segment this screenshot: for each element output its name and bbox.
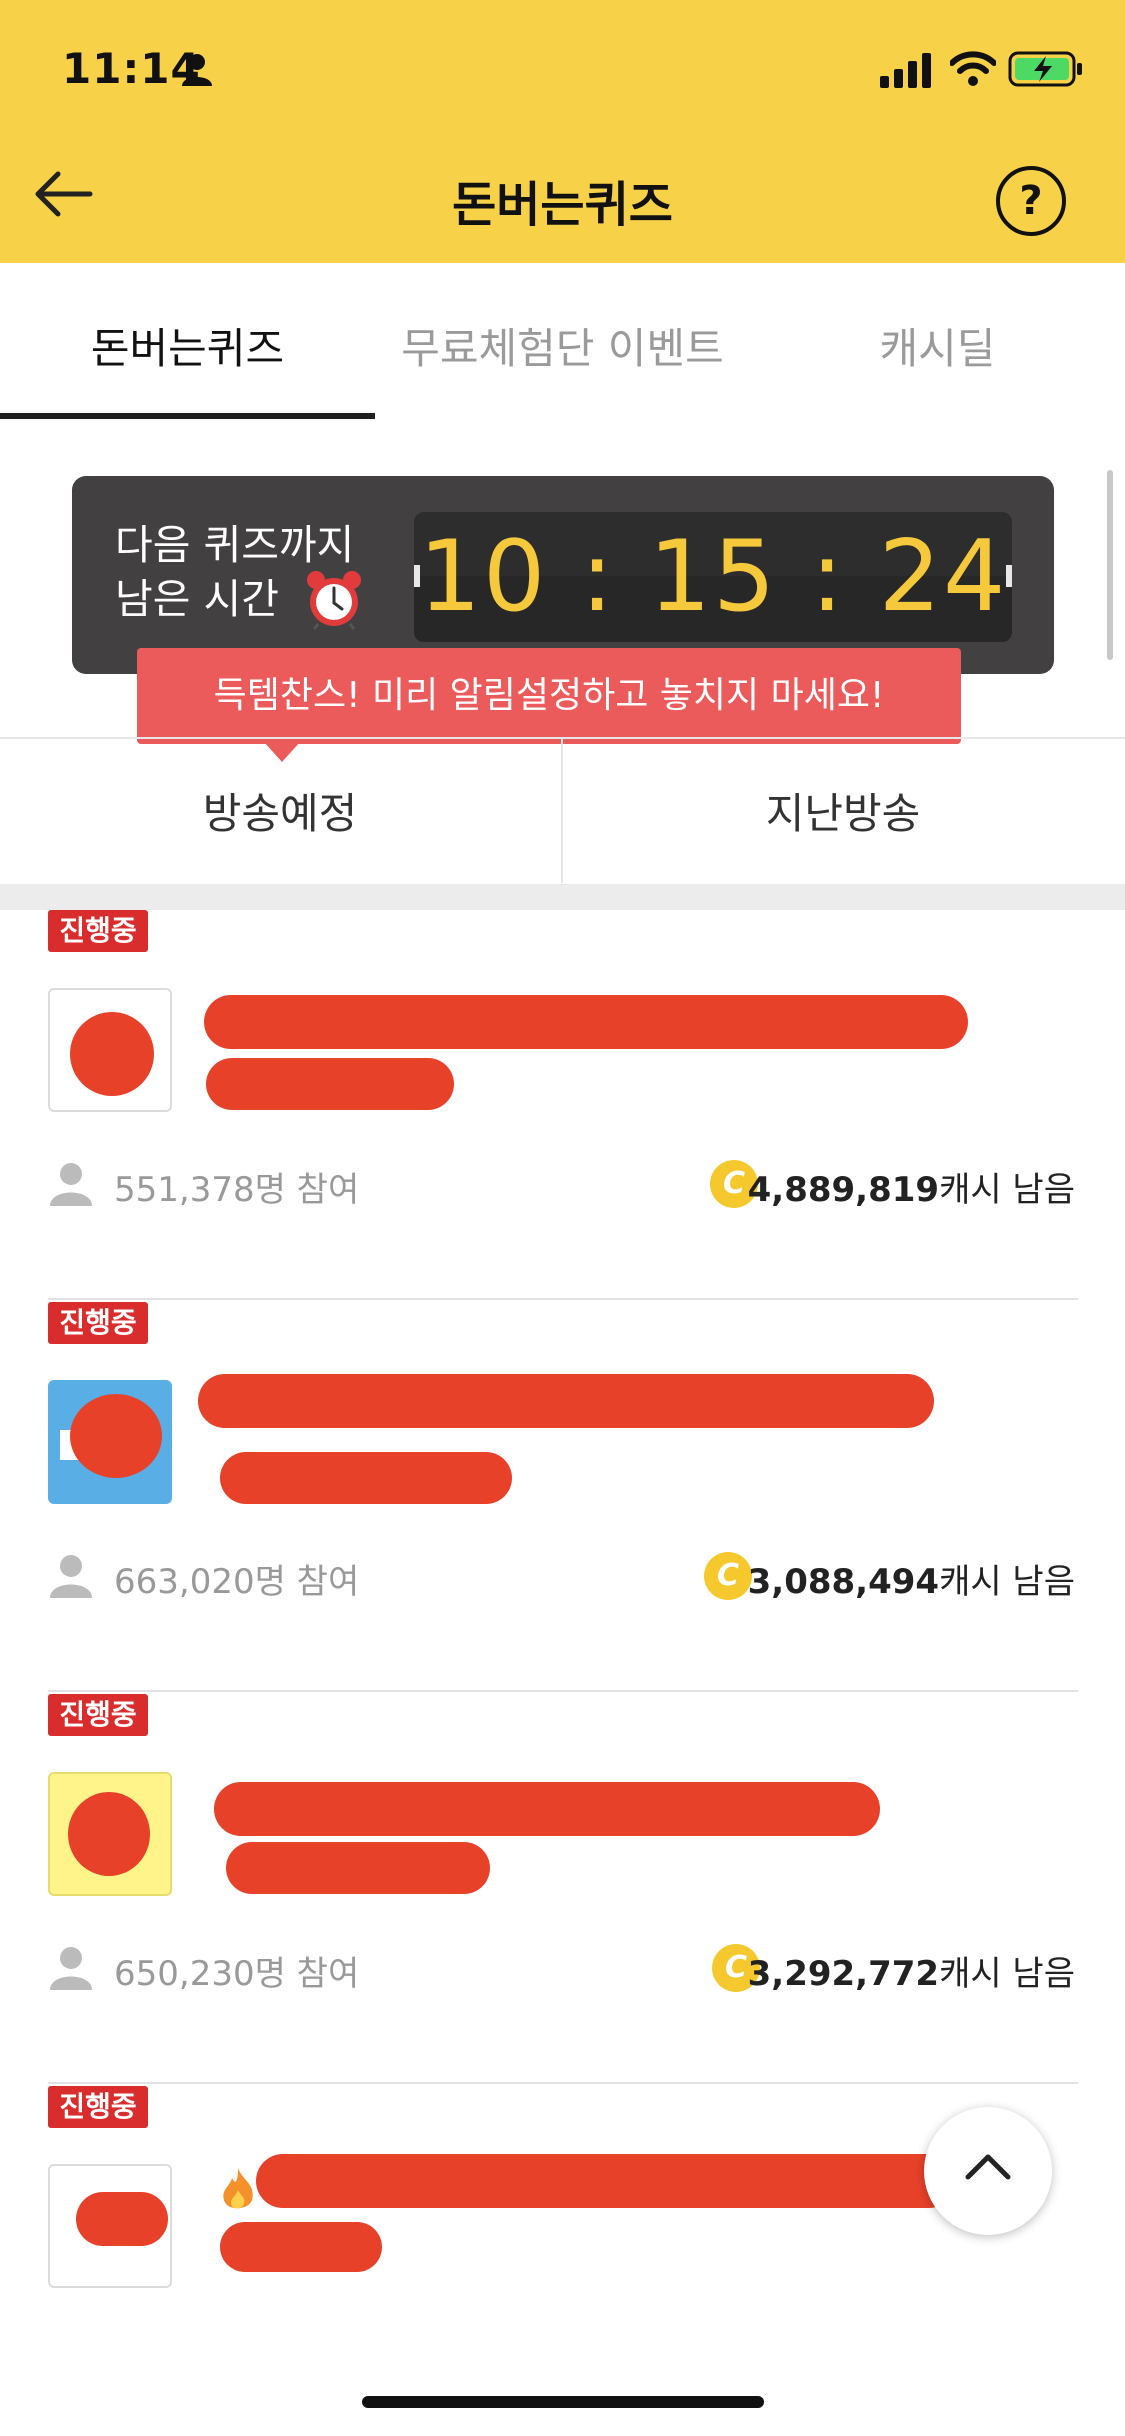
status-badge: 진행중 bbox=[48, 1302, 148, 1344]
participant-count: 663,020명 참여 bbox=[114, 1562, 360, 1602]
person-icon bbox=[182, 54, 212, 86]
battery-icon bbox=[1008, 51, 1082, 87]
tab-cash-deal[interactable]: 캐시딜 bbox=[750, 315, 1125, 376]
user-icon bbox=[50, 1555, 92, 1598]
scroll-to-top-button[interactable] bbox=[924, 2107, 1052, 2235]
card-divider bbox=[48, 2082, 1078, 2084]
quiz-thumbnail bbox=[48, 2164, 172, 2288]
home-indicator[interactable] bbox=[362, 2396, 764, 2408]
tab-money-quiz[interactable]: 돈버는퀴즈 bbox=[0, 315, 375, 376]
redacted-title bbox=[214, 1782, 880, 1836]
redacted-title bbox=[204, 995, 968, 1049]
user-icon bbox=[50, 1947, 92, 1990]
card-divider bbox=[48, 1298, 1078, 1300]
notification-tooltip[interactable]: 득템찬스! 미리 알림설정하고 놓치지 마세요! bbox=[137, 648, 961, 744]
subtab-upcoming[interactable]: 방송예정 bbox=[0, 780, 560, 841]
redacted-title bbox=[220, 2222, 382, 2272]
wifi-icon bbox=[950, 51, 996, 86]
section-divider bbox=[0, 884, 1125, 910]
status-badge: 진행중 bbox=[48, 2086, 148, 2128]
redacted-title bbox=[220, 1452, 512, 1504]
active-tab-indicator bbox=[0, 413, 375, 419]
redacted-title bbox=[256, 2154, 956, 2208]
participant-count: 551,378명 참여 bbox=[114, 1170, 360, 1210]
page-title: 돈버는퀴즈 bbox=[452, 177, 673, 233]
redacted-title bbox=[198, 1374, 934, 1428]
timer-countdown: 10 : 15 : 24 bbox=[418, 520, 1008, 634]
redacted-title bbox=[226, 1842, 490, 1894]
help-button[interactable]: ? bbox=[996, 166, 1066, 236]
timer-label-line1: 다음 퀴즈까지 bbox=[115, 521, 355, 569]
status-badge: 진행중 bbox=[48, 910, 148, 952]
coin-icon: C bbox=[704, 1552, 752, 1600]
card-divider bbox=[48, 1690, 1078, 1692]
alarm-clock-icon bbox=[307, 571, 361, 630]
quiz-thumbnail bbox=[48, 988, 172, 1112]
remaining-cash: 3,088,494캐시 남음 bbox=[747, 1562, 1075, 1602]
subtab-divider bbox=[561, 737, 563, 883]
scrollbar[interactable] bbox=[1107, 470, 1113, 660]
status-badge: 진행중 bbox=[48, 1694, 148, 1736]
fire-icon bbox=[223, 2168, 253, 2209]
user-icon bbox=[50, 1163, 92, 1206]
quiz-thumbnail bbox=[48, 1772, 172, 1896]
signal-icon bbox=[880, 53, 931, 88]
chevron-up-icon bbox=[965, 2154, 1011, 2180]
remaining-cash: 3,292,772캐시 남음 bbox=[747, 1954, 1075, 1994]
remaining-cash: 4,889,819캐시 남음 bbox=[747, 1170, 1075, 1210]
subtab-past[interactable]: 지난방송 bbox=[563, 780, 1123, 841]
redacted-title bbox=[206, 1058, 454, 1110]
quiz-thumbnail bbox=[48, 1380, 172, 1504]
tab-free-trial-event[interactable]: 무료체험단 이벤트 bbox=[375, 315, 750, 376]
participant-count: 650,230명 참여 bbox=[114, 1954, 360, 1994]
